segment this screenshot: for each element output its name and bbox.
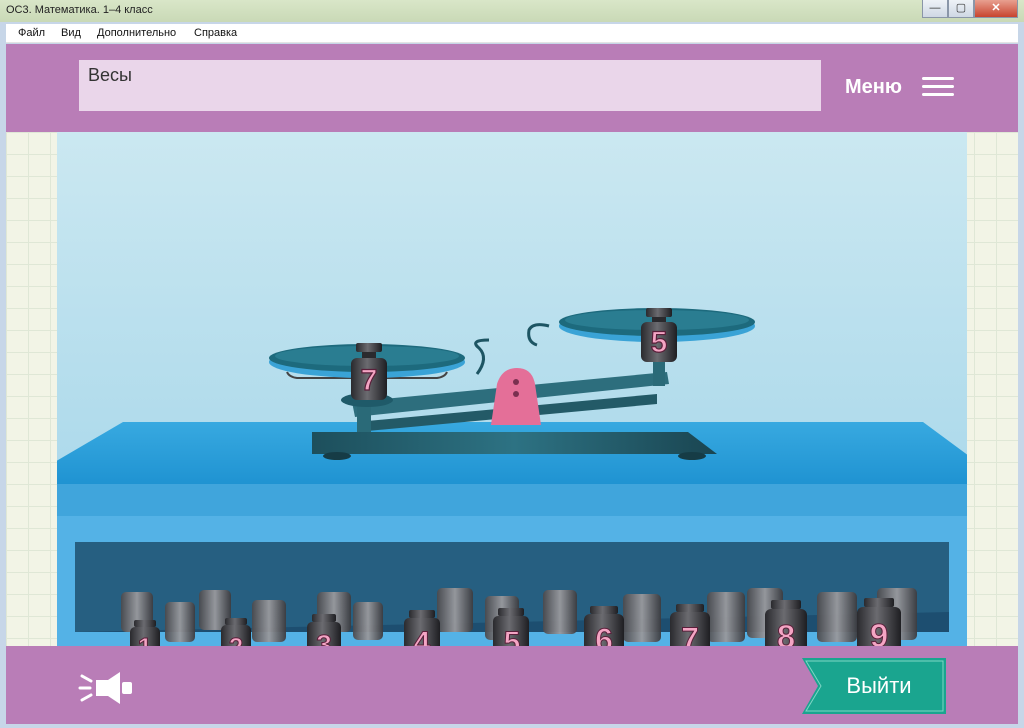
window-title: ОС3. Математика. 1–4 класс — [6, 4, 153, 16]
page-title-box: Весы — [79, 60, 821, 111]
app-content: Весы Меню 7 5 3 4 5 6 7 8 9 Выйти — [6, 44, 1018, 724]
right-pan-weight-label: 5 — [651, 326, 668, 359]
shelf-weight-1[interactable]: 1 — [130, 620, 160, 663]
application-window: ОС3. Математика. 1–4 класс — ▢ ✕ Файл Ви… — [0, 0, 1024, 728]
shelf-weight-3-label: 3 — [316, 629, 332, 646]
right-pan-weight[interactable]: 5 — [641, 308, 677, 362]
table-edge — [17, 484, 1007, 516]
page-title: Весы — [88, 65, 132, 85]
hamburger-icon — [922, 77, 954, 97]
menu-button-label: Меню — [845, 76, 902, 98]
shelf-weight-2-label: 2 — [229, 632, 243, 646]
shelf-weight-5-label: 5 — [504, 626, 521, 646]
sound-button[interactable] — [78, 666, 138, 710]
scale-stage: 7 5 3 4 5 6 7 8 9 — [17, 132, 1007, 663]
shelf-weight-2[interactable]: 2 — [221, 618, 251, 663]
shelf-weight-1-label: 1 — [138, 632, 152, 646]
scale-scene: 7 5 3 4 5 6 7 8 9 — [17, 308, 1007, 663]
shelf-weight-5[interactable]: 5 — [493, 608, 529, 660]
sound-icon — [78, 672, 132, 704]
shelf-weight-9-label: 9 — [870, 617, 888, 646]
window-controls: — ▢ ✕ — [922, 0, 1018, 18]
menu-button[interactable]: Меню — [842, 74, 962, 100]
header-bar: Весы Меню — [6, 44, 1018, 132]
minimize-button[interactable]: — — [922, 0, 948, 18]
footer-bar: Выйти — [6, 646, 1018, 724]
shelf-weight-3[interactable]: 3 — [307, 614, 341, 661]
shelf-weight-8-label: 8 — [777, 618, 795, 646]
exit-button-label: Выйти — [846, 673, 912, 698]
exit-button[interactable]: Выйти — [802, 658, 946, 714]
left-pan-weight-label: 7 — [361, 364, 378, 397]
shelf-weight-7-label: 7 — [681, 621, 699, 646]
menu-help[interactable]: Справка — [194, 27, 237, 39]
menu-file[interactable]: Файл — [18, 27, 45, 39]
shelf-weight-4-label: 4 — [414, 626, 431, 646]
maximize-button[interactable]: ▢ — [948, 0, 974, 18]
shelf-weight-8[interactable]: 8 — [765, 600, 807, 659]
close-button[interactable]: ✕ — [974, 0, 1018, 18]
shelf-weight-6-label: 6 — [595, 622, 613, 646]
balance-scale: 7 5 — [269, 308, 755, 460]
menu-extra[interactable]: Дополнительно — [97, 27, 176, 39]
menu-bar: Файл Вид Дополнительно Справка — [6, 24, 1018, 43]
menu-view[interactable]: Вид — [61, 27, 81, 39]
shelf-weight-4[interactable]: 4 — [404, 610, 440, 660]
scale-base — [312, 432, 717, 454]
window-titlebar[interactable]: ОС3. Математика. 1–4 класс — ▢ ✕ — [0, 0, 1024, 22]
shelf-weight-6[interactable]: 6 — [584, 606, 624, 660]
